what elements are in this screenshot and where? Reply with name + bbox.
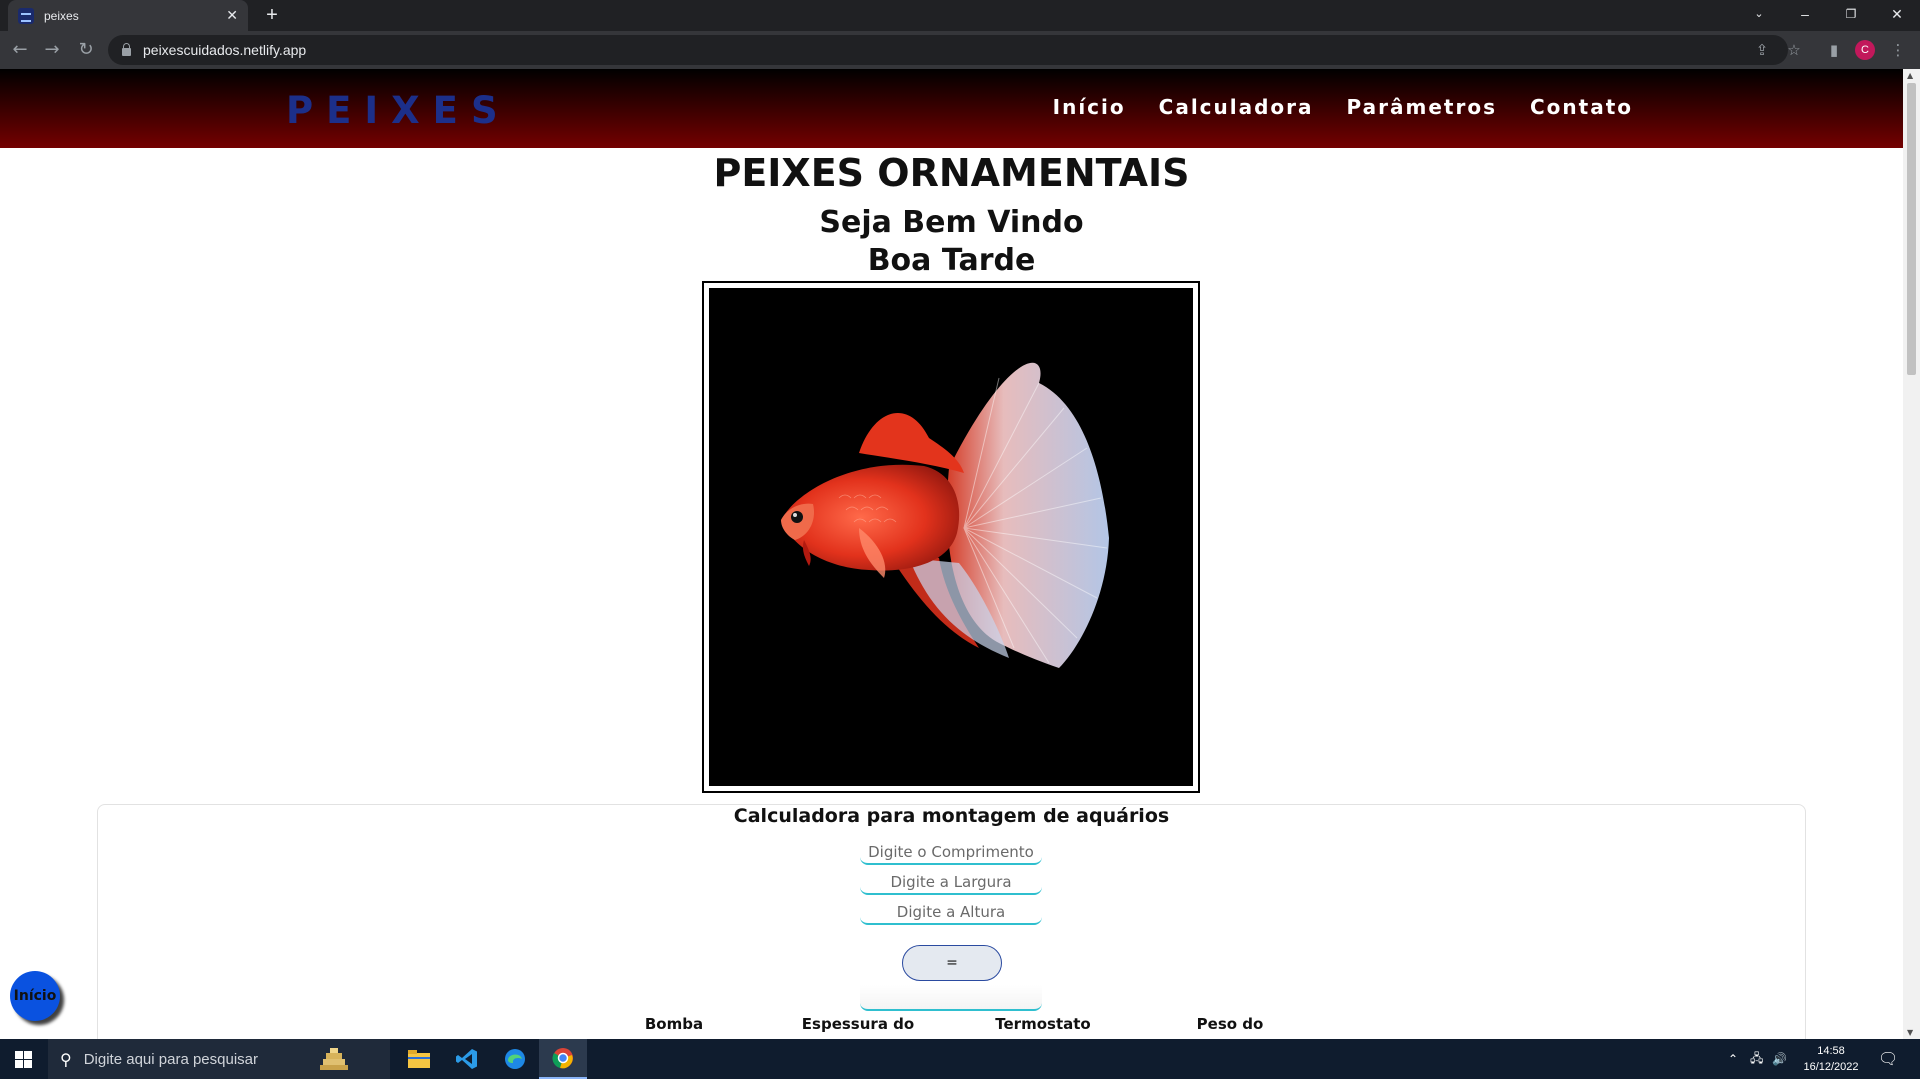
back-to-top-button[interactable]: Início — [10, 971, 60, 1021]
nav-link-contato[interactable]: Contato — [1530, 95, 1633, 119]
start-button[interactable] — [0, 1039, 48, 1079]
windows-taskbar: ⚲ Digite aqui para pesquisar ⌃ 🖧 🔊 14:58… — [0, 1039, 1920, 1079]
betta-fish-image — [709, 288, 1193, 786]
page-title: PEIXES ORNAMENTAIS — [713, 151, 1190, 195]
site-favicon-icon — [18, 7, 34, 24]
width-input[interactable] — [860, 871, 1042, 895]
edge-icon[interactable] — [491, 1039, 539, 1079]
nav-link-parametros[interactable]: Parâmetros — [1347, 95, 1497, 119]
search-highlight-temple-icon — [320, 1048, 348, 1070]
lock-icon[interactable] — [122, 42, 131, 56]
new-tab-button[interactable]: + — [260, 4, 284, 28]
result-field[interactable] — [860, 985, 1042, 1011]
length-input[interactable] — [860, 841, 1042, 865]
result-label-bomba: Bomba — [644, 1015, 704, 1033]
menu-kebab-icon[interactable]: ⋮ — [1888, 40, 1908, 60]
welcome-heading: Seja Bem Vindo — [819, 205, 1084, 240]
close-window-button[interactable]: ✕ — [1874, 0, 1920, 31]
profile-avatar[interactable]: C — [1855, 40, 1875, 60]
clock-date: 16/12/2022 — [1803, 1061, 1859, 1073]
minimize-button[interactable]: – — [1782, 0, 1828, 31]
forward-arrow-icon[interactable]: → — [38, 36, 66, 64]
greeting-heading: Boa Tarde — [867, 243, 1036, 278]
page-viewport: PEIXES Início Calculadora Parâmetros Con… — [0, 69, 1903, 1039]
nav-link-calculadora[interactable]: Calculadora — [1159, 95, 1314, 119]
height-input[interactable] — [860, 901, 1042, 925]
hero-image-frame — [702, 281, 1200, 793]
scroll-down-arrow-icon[interactable]: ▼ — [1907, 1028, 1913, 1037]
reload-icon[interactable]: ↻ — [72, 36, 100, 64]
site-logo[interactable]: PEIXES — [286, 89, 511, 132]
windows-logo-icon — [15, 1051, 32, 1068]
vscode-icon[interactable] — [443, 1039, 491, 1079]
close-tab-icon[interactable]: ✕ — [226, 7, 238, 24]
url-text[interactable]: peixescuidados.netlify.app — [143, 42, 306, 58]
back-arrow-icon[interactable]: ← — [6, 36, 34, 64]
scroll-thumb[interactable] — [1907, 83, 1916, 375]
restore-button[interactable]: ❐ — [1828, 0, 1874, 31]
result-label-termostato: Termostato — [995, 1015, 1091, 1033]
volume-icon[interactable]: 🔊 — [1772, 1039, 1787, 1079]
search-icon: ⚲ — [60, 1049, 72, 1069]
share-icon[interactable]: ⇪ — [1752, 40, 1772, 60]
betta-fish-illustration — [781, 362, 1109, 668]
file-explorer-icon[interactable] — [395, 1039, 443, 1079]
tab-title: peixes — [44, 8, 79, 23]
taskbar-search-placeholder: Digite aqui para pesquisar — [83, 1050, 258, 1068]
taskbar-clock[interactable]: 14:58 16/12/2022 — [1792, 1043, 1870, 1075]
clock-time: 14:58 — [1817, 1045, 1845, 1057]
page-scrollbar[interactable]: ▲ ▼ — [1903, 69, 1920, 1039]
bookmark-star-icon[interactable]: ☆ — [1784, 40, 1804, 60]
chrome-icon[interactable] — [539, 1039, 587, 1079]
network-icon[interactable]: 🖧 — [1750, 1039, 1763, 1079]
result-label-espessura: Espessura do — [801, 1015, 915, 1033]
address-bar[interactable]: peixescuidados.netlify.app — [108, 35, 1788, 65]
scroll-up-arrow-icon[interactable]: ▲ — [1907, 71, 1913, 80]
calculate-button[interactable]: = — [902, 945, 1002, 981]
browser-tab-bar: peixes ✕ + ⌄ – ❐ ✕ — [0, 0, 1920, 31]
site-header: PEIXES Início Calculadora Parâmetros Con… — [0, 69, 1903, 148]
nav-link-inicio[interactable]: Início — [1053, 95, 1126, 119]
result-label-peso: Peso do — [1196, 1015, 1264, 1033]
browser-toolbar: ← → ↻ peixescuidados.netlify.app ⇪ ☆ ▮ C… — [0, 31, 1920, 69]
site-nav: Início Calculadora Parâmetros Contato — [1053, 95, 1633, 119]
tray-overflow-chevron-icon[interactable]: ⌃ — [1728, 1039, 1738, 1079]
notifications-icon[interactable]: 🗨 — [1878, 1039, 1898, 1079]
calculator-title: Calculadora para montagem de aquários — [733, 805, 1170, 827]
tab-search-chevron-icon[interactable]: ⌄ — [1736, 0, 1782, 31]
browser-tab[interactable]: peixes ✕ — [8, 0, 248, 31]
side-panel-icon[interactable]: ▮ — [1824, 40, 1844, 60]
